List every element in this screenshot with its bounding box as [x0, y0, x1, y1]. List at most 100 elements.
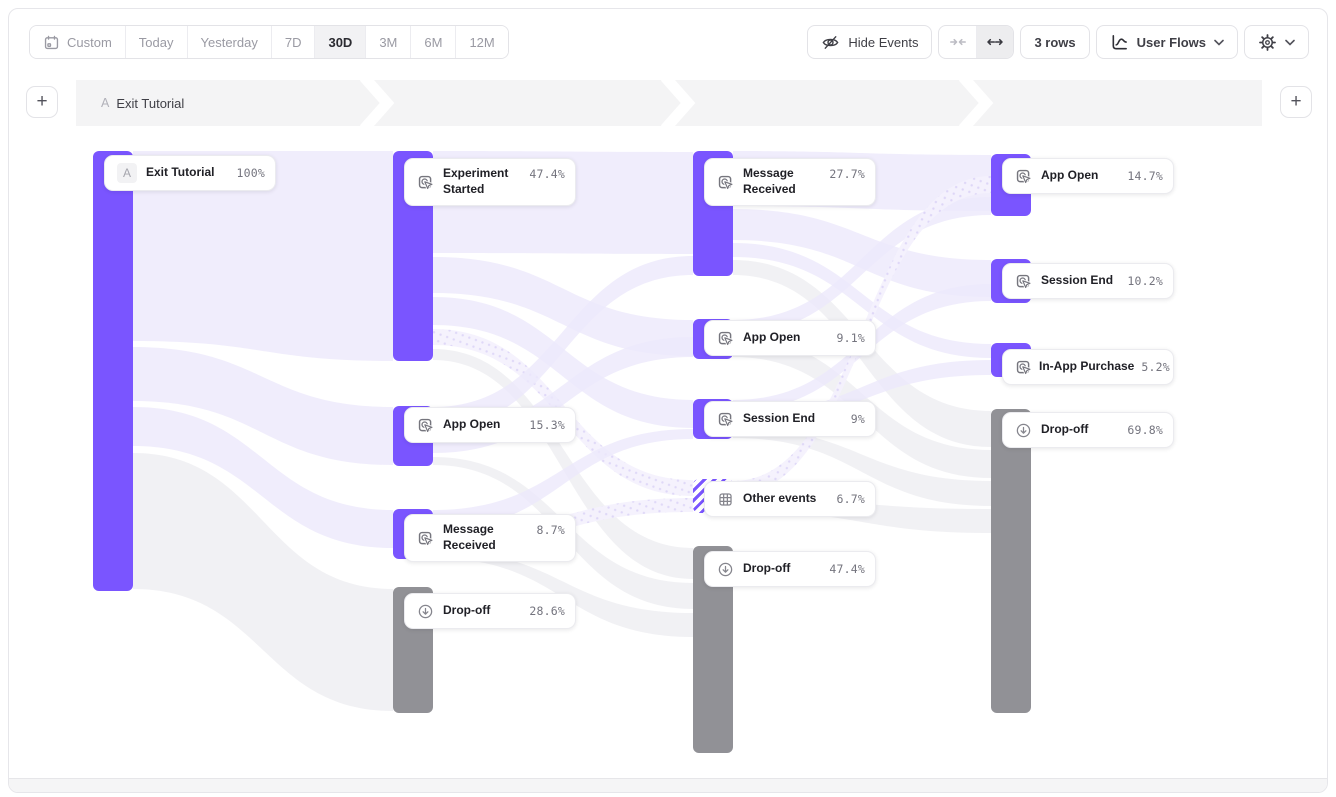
- step-header-exit-tutorial: A Exit Tutorial: [101, 80, 184, 126]
- rows-button[interactable]: 3 rows: [1020, 25, 1089, 59]
- node-card-drop-off-4[interactable]: Drop-off 69.8%: [1002, 412, 1174, 448]
- node-card-app-open-3[interactable]: App Open 9.1%: [704, 320, 876, 356]
- node-card-experiment-started[interactable]: Experiment Started 47.4%: [404, 158, 576, 206]
- step-header-band: A Exit Tutorial: [76, 80, 1262, 126]
- node-card-drop-off-2[interactable]: Drop-off 28.6%: [404, 593, 576, 629]
- date-range-label: Yesterday: [201, 35, 258, 50]
- date-range-custom[interactable]: Custom: [30, 26, 125, 58]
- step-separator-chevron: [359, 80, 395, 126]
- node-value: 6.7%: [837, 492, 866, 506]
- calendar-icon: [43, 34, 60, 51]
- node-label: Session End: [743, 411, 815, 427]
- node-card-in-app-purchase[interactable]: In-App Purchase 5.2%: [1002, 349, 1174, 385]
- step-separator-chevron: [660, 80, 696, 126]
- node-label: App Open: [743, 330, 800, 346]
- node-value: 8.7%: [537, 515, 566, 537]
- user-flows-panel: A Exit Tutorial 100% Experiment Started …: [8, 8, 1328, 793]
- date-range-label: 7D: [285, 35, 302, 50]
- node-card-message-received-2[interactable]: Message Received 8.7%: [404, 514, 576, 562]
- node-value: 47.4%: [529, 159, 565, 181]
- node-value: 14.7%: [1127, 169, 1163, 183]
- node-value: 9.1%: [837, 331, 866, 345]
- pointer-square-icon: [717, 411, 734, 428]
- bottom-scrollbar-track[interactable]: [9, 778, 1327, 792]
- node-card-other-events[interactable]: Other events 6.7%: [704, 481, 876, 517]
- node-value: 10.2%: [1127, 274, 1163, 288]
- node-card-app-open-2[interactable]: App Open 15.3%: [404, 407, 576, 443]
- node-bar-exit-tutorial[interactable]: [93, 151, 133, 591]
- date-range-30d[interactable]: 30D: [314, 26, 365, 58]
- step-badge: A: [101, 96, 109, 110]
- node-value: 100%: [237, 166, 266, 180]
- chevron-down-icon: [1285, 39, 1295, 46]
- node-label: Session End: [1041, 273, 1113, 289]
- node-label: In-App Purchase: [1039, 359, 1134, 375]
- date-range-7d[interactable]: 7D: [271, 26, 315, 58]
- node-value: 27.7%: [829, 159, 865, 181]
- pointer-square-icon: [717, 174, 734, 191]
- pointer-square-icon: [1015, 359, 1032, 376]
- node-label: Drop-off: [1041, 422, 1088, 438]
- date-range-label: 6M: [424, 35, 442, 50]
- date-range-12m[interactable]: 12M: [455, 26, 507, 58]
- gear-icon: [1258, 33, 1277, 52]
- grid-icon: [717, 491, 734, 508]
- settings-menu-button[interactable]: [1244, 25, 1309, 59]
- node-value: 15.3%: [529, 418, 565, 432]
- arrow-down-circle-icon: [717, 561, 734, 578]
- node-label: Exit Tutorial: [146, 165, 214, 181]
- arrows-outward-icon: [986, 33, 1004, 51]
- date-range-6m[interactable]: 6M: [410, 26, 455, 58]
- node-card-app-open-4[interactable]: App Open 14.7%: [1002, 158, 1174, 194]
- arrow-down-circle-icon: [417, 603, 434, 620]
- arrow-down-circle-icon: [1015, 422, 1032, 439]
- pointer-square-icon: [1015, 168, 1032, 185]
- pointer-square-icon: [417, 417, 434, 434]
- node-bar-drop-off-4[interactable]: [991, 409, 1031, 713]
- pointer-square-icon: [717, 330, 734, 347]
- date-range-yesterday[interactable]: Yesterday: [187, 26, 271, 58]
- node-value: 28.6%: [529, 604, 565, 618]
- view-selector[interactable]: User Flows: [1096, 25, 1238, 59]
- date-range-label: 3M: [379, 35, 397, 50]
- node-card-exit-tutorial[interactable]: A Exit Tutorial 100%: [104, 155, 276, 191]
- node-value: 5.2%: [1141, 360, 1170, 374]
- node-card-session-end-3[interactable]: Session End 9%: [704, 401, 876, 437]
- node-label: Message Received: [443, 522, 525, 553]
- chevron-down-icon: [1214, 39, 1224, 46]
- date-range-3m[interactable]: 3M: [365, 26, 410, 58]
- node-value: 47.4%: [829, 562, 865, 576]
- line-chart-icon: [1110, 33, 1129, 52]
- date-range-today[interactable]: Today: [125, 26, 187, 58]
- node-value: 9%: [851, 412, 865, 426]
- node-label: Experiment Started: [443, 166, 520, 197]
- view-label: User Flows: [1137, 35, 1206, 50]
- node-card-message-received-3[interactable]: Message Received 27.7%: [704, 158, 876, 206]
- date-range-label: Custom: [67, 35, 112, 50]
- node-label: App Open: [443, 417, 500, 433]
- date-range-label: 12M: [469, 35, 494, 50]
- node-label: Drop-off: [443, 603, 490, 619]
- collapse-columns-button[interactable]: [939, 26, 976, 58]
- expand-columns-button[interactable]: [976, 26, 1013, 58]
- date-range-label: 30D: [328, 35, 352, 50]
- date-range-label: Today: [139, 35, 174, 50]
- date-range-control: Custom Today Yesterday 7D 30D 3M 6M 12M: [29, 25, 509, 59]
- eye-off-icon: [821, 33, 840, 52]
- pointer-square-icon: [417, 174, 434, 191]
- hide-events-label: Hide Events: [848, 35, 918, 50]
- step-a-badge: A: [117, 163, 137, 183]
- add-step-right-button[interactable]: +: [1280, 86, 1312, 118]
- node-label: Other events: [743, 491, 816, 507]
- hide-events-button[interactable]: Hide Events: [807, 25, 932, 59]
- toolbar: Custom Today Yesterday 7D 30D 3M 6M 12M …: [29, 25, 1309, 59]
- node-label: Message Received: [743, 166, 820, 197]
- node-card-session-end-4[interactable]: Session End 10.2%: [1002, 263, 1174, 299]
- node-label: App Open: [1041, 168, 1098, 184]
- node-label: Drop-off: [743, 561, 790, 577]
- depth-control: [938, 25, 1014, 59]
- add-step-left-button[interactable]: +: [26, 86, 58, 118]
- arrows-inward-icon: [949, 33, 967, 51]
- node-card-drop-off-3[interactable]: Drop-off 47.4%: [704, 551, 876, 587]
- node-value: 69.8%: [1127, 423, 1163, 437]
